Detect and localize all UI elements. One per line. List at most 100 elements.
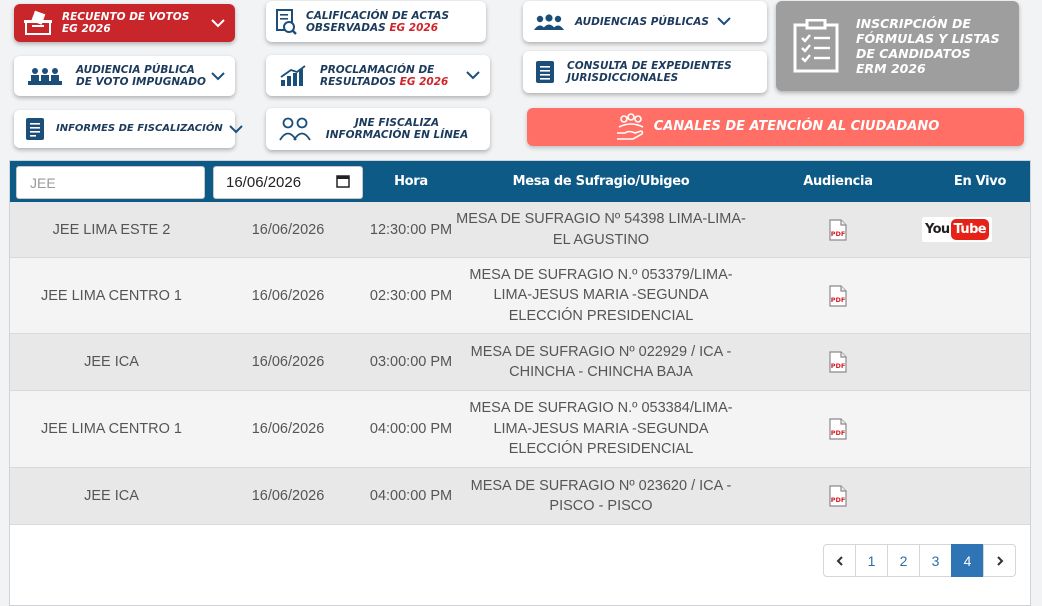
cell-fecha: 16/06/2026 [251,421,325,437]
cell-hora: 12:30:00 PM [369,221,453,238]
cell-jee: JEE ICA [84,354,139,370]
cell-audiencia: PDF [790,391,886,467]
cell-mesa: MESA DE SUFRAGIO Nº 022929 / ICA - CHINC… [470,343,732,381]
cell-audiencia: PDF [790,334,886,390]
proclamacion-resultados-button[interactable]: PROCLAMACIÓN DE RESULTADOS EG 2026 [266,55,490,96]
page-button-4[interactable]: 4 [951,544,984,577]
canales-label: CANALES DE ATENCIÓN AL CIUDADANO [653,119,940,134]
cell-audiencia: PDF [790,258,886,333]
pdf-icon[interactable]: PDF [828,418,848,440]
cell-mesa: MESA DE SUFRAGIO Nº 023620 / ICA - PISCO… [470,477,732,515]
chevron-down-icon [211,71,225,81]
calificacion-actas-button[interactable]: CALIFICACIÓN DE ACTAS OBSERVADAS EG 2026 [266,1,486,42]
date-filter-input[interactable]: 16/06/2026 [213,166,363,199]
consulta-expedientes-button[interactable]: CONSULTA DE EXPEDIENTES JURISDICCIONALES [523,51,767,93]
youtube-you: You [924,222,950,237]
proclamacion-label-line2b: EG 2026 [399,75,449,88]
cell-mesa: MESA DE SUFRAGIO Nº 54398 LIMA-LIMA-EL A… [456,211,746,248]
column-header-hora: Hora [394,174,428,189]
inscripcion-label-line3: DE CANDIDATOS [856,46,971,61]
audiencias-publicas-button[interactable]: AUDIENCIAS PÚBLICAS [523,1,767,42]
chevron-down-icon [717,17,731,26]
audiencia-impugnado-line2: DE VOTO IMPUGNADO [76,76,206,88]
cell-jee: JEE LIMA CENTRO 1 [40,287,182,304]
cell-mesa: MESA DE SUFRAGIO N.º 053379/LIMA-LIMA-JE… [469,266,733,324]
audiencia-voto-impugnado-button[interactable]: AUDIENCIA PÚBLICA DE VOTO IMPUGNADO [14,56,235,96]
cell-fecha: 16/06/2026 [251,488,325,504]
cell-hora: 04:00:00 PM [369,421,453,437]
pdf-icon[interactable]: PDF [828,485,848,507]
chevron-down-icon [466,71,480,80]
table-row: JEE LIMA ESTE 2 16/06/2026 12:30:00 PM M… [10,202,1030,258]
pagination: 1 2 3 4 [823,544,1016,577]
pdf-icon[interactable]: PDF [828,284,848,307]
audience-seats-icon [14,66,76,86]
column-header-mesa: Mesa de Sufragio/Ubigeo [512,174,690,189]
calendar-icon[interactable] [336,174,350,192]
inscripcion-label-line4: ERM 2026 [856,61,926,76]
page-button-3[interactable]: 3 [919,544,952,577]
column-header-envivo: En Vivo [953,174,1007,189]
table-row: JEE ICA 16/06/2026 03:00:00 PM MESA DE S… [10,334,1030,391]
ballot-box-icon [14,10,62,36]
cell-audiencia: PDF [790,468,886,524]
recuento-votos-button[interactable]: RECUENTO DE VOTOS EG 2026 [14,4,235,42]
calificacion-label-line2a: OBSERVADAS [306,21,386,34]
audiencias-label: AUDIENCIAS PÚBLICAS [575,15,709,28]
chevron-down-icon [211,18,225,28]
page-button-1[interactable]: 1 [855,544,888,577]
cell-audiencia: PDF [790,202,886,257]
people-group-icon [523,13,575,31]
clipboard-checklist-icon [776,19,856,73]
inscripcion-label-line2: FÓRMULAS Y LISTAS [856,31,1000,46]
recuento-label-line1: RECUENTO DE VOTOS [62,11,190,23]
jne-label-line1: JNE FISCALIZA [354,117,440,129]
calificacion-label-line1: CALIFICACIÓN DE ACTAS [306,9,450,22]
consulta-label-line2: JURISDICCIONALES [567,72,679,84]
chevron-left-icon[interactable] [823,544,856,577]
table-row: JEE LIMA CENTRO 1 16/06/2026 04:00:00 PM… [10,391,1030,468]
calificacion-label-line2b: EG 2026 [389,21,439,34]
consulta-label-line1: CONSULTA DE EXPEDIENTES [567,60,732,72]
pdf-icon[interactable]: PDF [828,351,848,373]
table-row: JEE ICA 16/06/2026 04:00:00 PM MESA DE S… [10,468,1030,525]
cell-fecha: 16/06/2026 [251,221,325,238]
cell-jee: JEE LIMA CENTRO 1 [40,421,182,437]
svg-text:PDF: PDF [831,496,846,504]
cell-hora: 03:00:00 PM [369,354,453,370]
youtube-logo[interactable]: You Tube [921,217,993,242]
cell-hora: 04:00:00 PM [369,488,453,504]
cell-jee: JEE ICA [84,488,139,504]
informes-label: INFORMES DE FISCALIZACIÓN [56,123,223,134]
cell-jee: JEE LIMA ESTE 2 [52,221,171,238]
proclamacion-label-line1: PROCLAMACIÓN DE [320,63,435,76]
cell-envivo: You Tube [921,202,993,257]
svg-text:PDF: PDF [831,362,846,370]
column-header-audiencia: Audiencia [803,174,873,189]
date-filter-value: 16/06/2026 [226,174,302,191]
audiencias-table-panel: 16/06/2026 Hora Mesa de Sufragio/Ubigeo … [9,160,1031,606]
table-header: 16/06/2026 Hora Mesa de Sufragio/Ubigeo … [10,161,1030,202]
jne-label-line2: INFORMACIÓN EN LÍNEA [325,129,469,141]
pdf-icon[interactable]: PDF [828,218,848,241]
document-search-icon [266,8,306,36]
canales-atencion-button[interactable]: CANALES DE ATENCIÓN AL CIUDADANO [527,108,1024,146]
informes-fiscalizacion-button[interactable]: INFORMES DE FISCALIZACIÓN [14,110,243,148]
jee-filter-input[interactable] [16,166,205,199]
audiencia-impugnado-line1: AUDIENCIA PÚBLICA [76,64,195,76]
cell-mesa: MESA DE SUFRAGIO N.º 053384/LIMA-LIMA-JE… [469,400,733,458]
jne-fiscaliza-button[interactable]: JNE FISCALIZA INFORMACIÓN EN LÍNEA [266,108,490,150]
svg-text:PDF: PDF [831,429,846,437]
chevron-right-icon[interactable] [983,544,1016,577]
proclamacion-label-line2a: RESULTADOS [320,75,396,88]
table-row: JEE LIMA CENTRO 1 16/06/2026 02:30:00 PM… [10,258,1030,334]
recuento-label-line2: EG 2026 [62,23,111,35]
document-list-icon [523,60,567,84]
report-document-icon [14,117,56,141]
cell-hora: 02:30:00 PM [369,287,453,304]
hand-people-icon [612,113,648,141]
cell-fecha: 16/06/2026 [251,287,325,304]
page-button-2[interactable]: 2 [887,544,920,577]
bar-chart-icon [266,64,320,87]
inscripcion-formulas-button[interactable]: INSCRIPCIÓN DE FÓRMULAS Y LISTAS DE CAND… [776,1,1019,91]
